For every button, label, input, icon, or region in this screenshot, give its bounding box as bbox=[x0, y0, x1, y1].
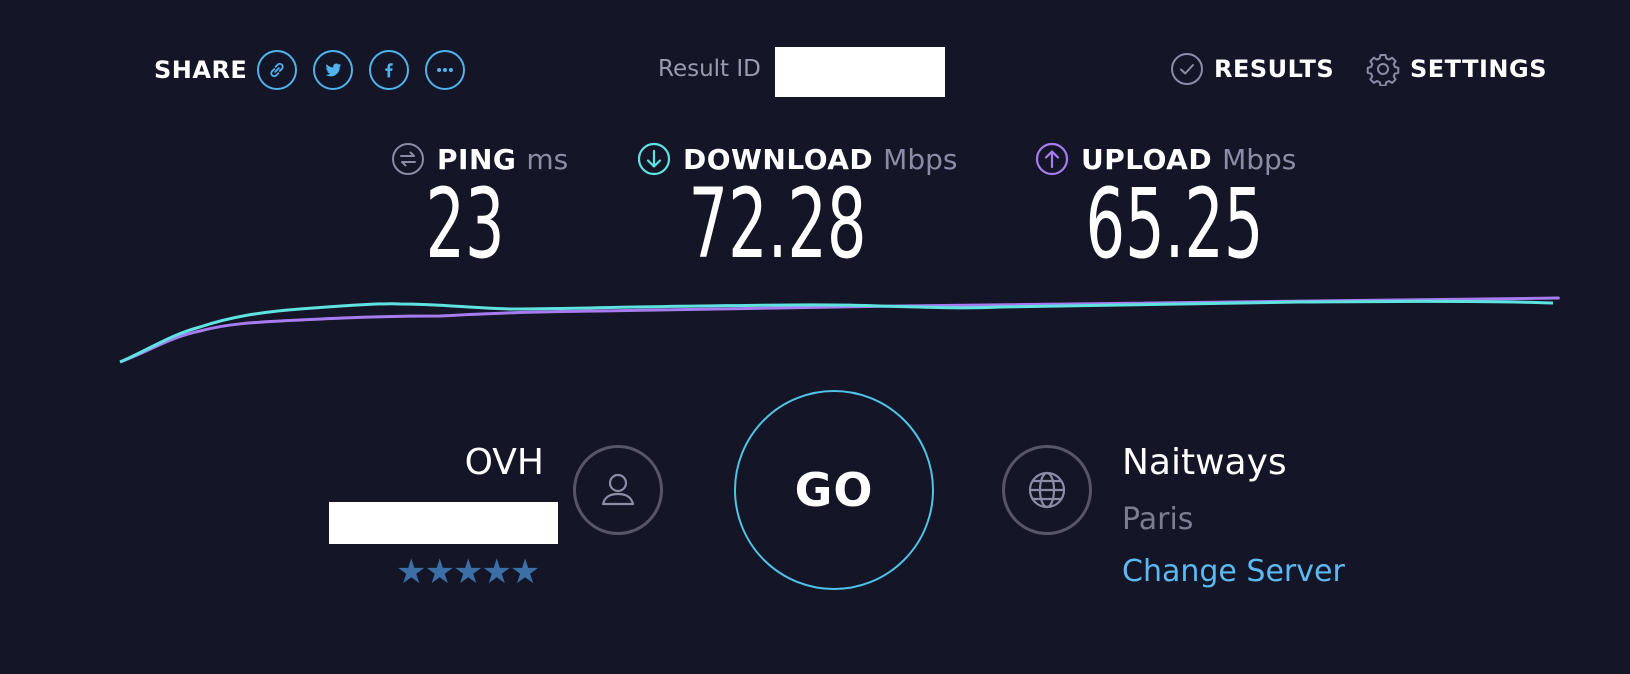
results-label: RESULTS bbox=[1214, 55, 1335, 83]
isp-rating-stars[interactable]: ★★★★★ bbox=[396, 552, 540, 592]
settings-link[interactable]: SETTINGS bbox=[1366, 52, 1547, 86]
link-icon bbox=[270, 62, 284, 78]
download-arrow-icon bbox=[637, 142, 671, 176]
share-twitter-button[interactable] bbox=[313, 50, 353, 90]
upload-value: 65.25 bbox=[1085, 168, 1264, 280]
ping-unit: ms bbox=[526, 142, 569, 176]
results-link[interactable]: RESULTS bbox=[1170, 52, 1334, 86]
share-label: SHARE bbox=[154, 56, 248, 84]
server-location: Paris bbox=[1122, 502, 1194, 537]
change-server-link[interactable]: Change Server bbox=[1122, 554, 1345, 589]
server-name: Naitways bbox=[1122, 442, 1287, 483]
user-icon bbox=[601, 473, 635, 506]
share-more-button[interactable] bbox=[425, 50, 465, 90]
share-link-button[interactable] bbox=[257, 50, 297, 90]
result-id-redaction bbox=[775, 47, 945, 97]
check-circle-icon bbox=[1171, 53, 1203, 85]
ping-icon bbox=[392, 143, 424, 175]
twitter-icon bbox=[325, 63, 342, 77]
ip-address-redaction bbox=[329, 502, 558, 544]
download-value: 72.28 bbox=[688, 168, 867, 280]
more-icon bbox=[437, 67, 453, 73]
result-id-label: Result ID bbox=[658, 56, 761, 82]
isp-name: OVH bbox=[464, 442, 544, 483]
ping-value: 23 bbox=[425, 168, 505, 280]
upload-arrow-icon bbox=[1035, 142, 1069, 176]
globe-icon bbox=[1028, 471, 1066, 509]
speed-graph bbox=[119, 296, 1560, 364]
gear-icon bbox=[1366, 54, 1400, 86]
go-button[interactable]: GO bbox=[734, 390, 934, 590]
user-icon-button bbox=[573, 445, 663, 535]
globe-icon-button bbox=[1002, 445, 1092, 535]
download-unit: Mbps bbox=[883, 142, 958, 176]
share-facebook-button[interactable] bbox=[369, 50, 409, 90]
settings-label: SETTINGS bbox=[1410, 55, 1547, 83]
facebook-icon bbox=[385, 63, 393, 78]
download-speed-line bbox=[119, 299, 1554, 364]
